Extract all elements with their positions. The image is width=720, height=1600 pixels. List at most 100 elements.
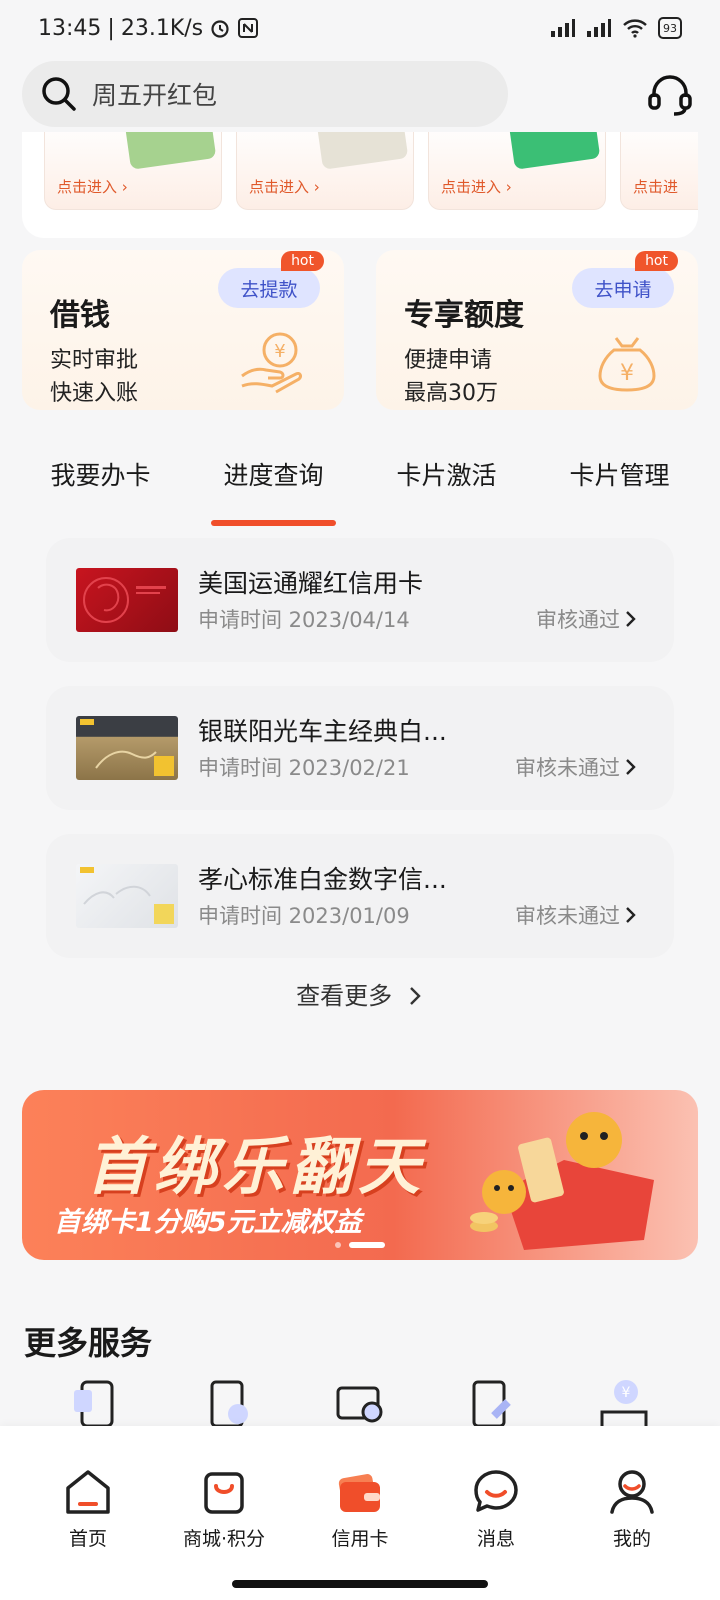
card-entry[interactable]: 点击进入 › [44,120,222,210]
carousel-dots [335,1242,385,1248]
card-thumbnail [76,716,178,780]
headset-icon [648,75,692,116]
money-envelope-icon[interactable]: ¥ [596,1376,652,1428]
application-date: 申请时间 2023/01/09 [198,904,410,928]
application-status: 审核未通过 [515,900,638,930]
svg-text:¥: ¥ [274,341,285,362]
nav-label: 信用卡 [331,1528,389,1550]
services-row: ¥ [0,1376,720,1428]
status-text: 审核通过 [536,608,620,632]
signal-icon [587,19,611,37]
search-placeholder: 周五开红包 [92,81,218,110]
card-entry[interactable]: 点击进入 › [236,120,414,210]
search-input[interactable]: 周五开红包 [22,61,508,127]
card-entry-label: 点击进 [633,178,679,196]
money-bag-icon: ¥ [598,337,656,392]
status-text: 审核未通过 [515,904,620,928]
bottom-nav: 首页 商城·积分 信用卡 消息 我的 [0,1426,720,1600]
message-icon [474,1470,518,1512]
alarm-icon [211,20,229,38]
card-art-icon [80,719,174,776]
card-entry-label: 点击进入 › [57,178,128,196]
search-icon [42,77,76,111]
nav-label: 商城·积分 [182,1528,266,1550]
card-name: 银联阳光车主经典白... [198,717,447,746]
card-entry-label: 点击进入 › [249,178,320,196]
see-more-link[interactable]: 查看更多 [0,976,720,1011]
card-entry-label: 点击进入 › [441,178,512,196]
card-thumbnail [76,864,178,928]
card-thumbnail [76,568,178,632]
tab-apply-card[interactable]: 我要办卡 [42,450,158,510]
application-item[interactable]: 美国运通耀红信用卡 申请时间 2023/04/14 审核通过 [46,538,674,662]
battery-icon: 93 [658,17,682,39]
card-entry[interactable]: 点击进 [620,120,698,210]
nav-label: 首页 [68,1528,107,1550]
promo-banner[interactable]: 首绑乐翻天 首绑卡1分购5元立减权益 [22,1090,698,1260]
card-carousel: 点击进入 › 点击进入 › 点击进入 › 点击进 [22,120,698,238]
status-separator: | [107,15,115,41]
card-entry[interactable]: 点击进入 › [428,120,606,210]
nav-label: 我的 [612,1528,651,1550]
nfc-icon [238,18,259,38]
credit-card-wallet-icon [338,1474,380,1512]
credit-limit-promo-card[interactable]: 专享额度 便捷申请 最高30万 去申请 hot ¥ [376,250,698,410]
card-tabs: 我要办卡 进度查询 卡片激活 卡片管理 [0,450,720,526]
application-status: 审核未通过 [515,752,638,782]
apply-button[interactable]: 去申请 [572,268,674,308]
nav-home[interactable]: 首页 [28,1426,148,1600]
status-time: 13:45 [38,15,102,41]
home-indicator[interactable] [232,1580,488,1588]
status-text: 审核未通过 [515,756,620,780]
tab-card-activation[interactable]: 卡片激活 [388,450,504,510]
svg-text:¥: ¥ [620,361,634,386]
see-more-label: 查看更多 [296,982,393,1010]
application-item[interactable]: 孝心标准白金数字信... 申请时间 2023/01/09 审核未通过 [46,834,674,958]
banner-title: 首绑乐翻天 [86,1130,427,1203]
application-list: 美国运通耀红信用卡 申请时间 2023/04/14 审核通过 银联阳光车主经典白… [46,538,674,982]
nav-label: 消息 [476,1528,515,1550]
card-search-icon[interactable] [332,1376,388,1428]
carousel-dot-active [349,1242,385,1248]
application-date: 申请时间 2023/02/21 [198,756,410,780]
phone-icon[interactable] [68,1376,124,1428]
customer-service-button[interactable] [642,66,698,122]
application-date: 申请时间 2023/04/14 [198,608,410,632]
profile-icon [610,1470,654,1514]
nav-credit-card[interactable]: 信用卡 [300,1426,420,1600]
coin-hand-icon: ¥ [241,332,302,394]
application-item[interactable]: 银联阳光车主经典白... 申请时间 2023/02/21 审核未通过 [46,686,674,810]
nav-mall-points[interactable]: 商城·积分 [164,1426,284,1600]
application-status: 审核通过 [536,604,638,634]
nav-messages[interactable]: 消息 [436,1426,556,1600]
more-services-title: 更多服务 [24,1324,153,1362]
chevron-right-icon [626,759,636,775]
tab-card-management[interactable]: 卡片管理 [561,450,677,510]
shopping-bag-icon [204,1472,244,1514]
withdraw-button[interactable]: 去提款 [218,268,320,308]
bill-icon[interactable] [200,1376,256,1428]
hot-badge: hot [281,251,324,271]
status-bar: 13:45 | 23.1K/s 93 [0,0,720,56]
home-icon [66,1470,110,1514]
card-name: 美国运通耀红信用卡 [198,569,424,598]
tab-progress-query[interactable]: 进度查询 [211,450,336,526]
chevron-right-icon [626,907,636,923]
hot-badge: hot [635,251,678,271]
loan-promo-card[interactable]: 借钱 实时审批 快速入账 去提款 hot ¥ [22,250,344,410]
wifi-icon [623,19,647,38]
tiger-mascot-icon [470,1112,654,1250]
status-net-speed: 23.1K/s [120,15,204,41]
signal-icon [551,19,575,37]
nav-profile[interactable]: 我的 [572,1426,692,1600]
edit-document-icon[interactable] [464,1376,520,1428]
banner-subtitle: 首绑卡1分购5元立减权益 [54,1207,362,1238]
chevron-right-icon [409,987,421,1005]
chevron-right-icon [626,611,636,627]
promo-row: 借钱 实时审批 快速入账 去提款 hot ¥ 专享额度 便捷申请 最高30万 去… [22,250,698,410]
carousel-dot [335,1242,341,1248]
card-name: 孝心标准白金数字信... [198,865,447,894]
top-bar: 周五开红包 [0,56,720,132]
card-art-icon [80,867,174,924]
centurion-logo-icon [83,577,166,623]
